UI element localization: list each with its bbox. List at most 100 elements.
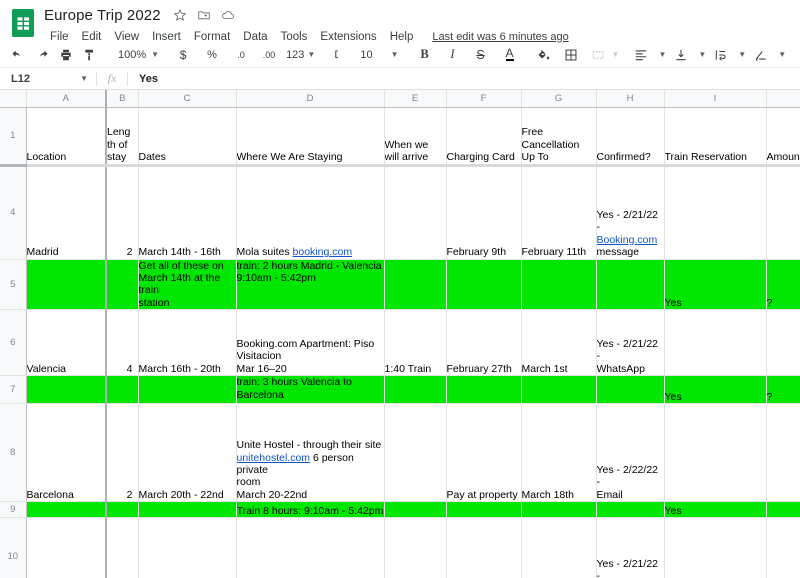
name-box[interactable]: L12 ▼ — [0, 68, 96, 89]
column-header-j[interactable]: J — [766, 90, 800, 107]
cell-e5[interactable] — [384, 259, 446, 310]
cell-f6[interactable]: February 27th — [446, 310, 521, 376]
currency-format-button[interactable]: $ — [172, 44, 194, 66]
cell-e10[interactable] — [384, 518, 446, 578]
cell-b5[interactable] — [106, 259, 138, 310]
text-rotation-icon[interactable] — [750, 44, 772, 66]
cell-e6[interactable]: 1:40 Train — [384, 310, 446, 376]
menu-file[interactable]: File — [44, 30, 76, 44]
cell-j8[interactable]: 250 — [766, 404, 800, 502]
cell-g1[interactable]: Free Cancellation Up To — [521, 107, 596, 165]
cell-g4[interactable]: February 11th — [521, 165, 596, 259]
paint-format-icon[interactable] — [79, 44, 101, 66]
cell-j9[interactable]: 170 — [766, 502, 800, 518]
cell-h6[interactable]: Yes - 2/21/22 - WhatsApp — [596, 310, 664, 376]
cell-c8[interactable]: March 20th - 22nd — [138, 404, 236, 502]
chevron-down-icon[interactable]: ▼ — [738, 50, 746, 59]
column-header-d[interactable]: D — [236, 90, 384, 107]
star-icon[interactable] — [171, 6, 189, 24]
percent-format-button[interactable]: % — [201, 44, 223, 66]
column-header-i[interactable]: I — [664, 90, 766, 107]
cell-a4[interactable]: Madrid — [26, 165, 106, 259]
row-header-9[interactable]: 9 — [0, 502, 26, 518]
italic-button[interactable]: I — [442, 44, 464, 66]
cell-i7[interactable]: Yes — [664, 376, 766, 404]
cell-a5[interactable] — [26, 259, 106, 310]
column-header-e[interactable]: E — [384, 90, 446, 107]
document-title[interactable]: Europe Trip 2022 — [44, 7, 171, 24]
cell-d5[interactable]: train: 2 hours Madrid - Valencia 9:10am … — [236, 259, 384, 310]
cell-d8[interactable]: Unite Hostel - through their siteuniteho… — [236, 404, 384, 502]
cell-c9[interactable] — [138, 502, 236, 518]
menu-extensions[interactable]: Extensions — [314, 30, 383, 44]
text-color-button[interactable]: A — [499, 44, 521, 66]
move-to-folder-icon[interactable] — [195, 6, 213, 24]
cell-d7[interactable]: train: 3 hours Valencia to Barcelona — [236, 376, 384, 404]
cell-i9[interactable]: Yes — [664, 502, 766, 518]
cell-c4[interactable]: March 14th - 16th — [138, 165, 236, 259]
cell-i1[interactable]: Train Reservation — [664, 107, 766, 165]
cell-h9[interactable] — [596, 502, 664, 518]
cell-e7[interactable] — [384, 376, 446, 404]
chevron-down-icon[interactable]: ▼ — [612, 50, 620, 59]
row-header-8[interactable]: 8 — [0, 404, 26, 502]
cell-f7[interactable] — [446, 376, 521, 404]
row-header-7[interactable]: 7 — [0, 376, 26, 404]
menu-tools[interactable]: Tools — [275, 30, 315, 44]
select-all-corner[interactable] — [0, 90, 26, 107]
cell-h7[interactable] — [596, 376, 664, 404]
cell-j1[interactable]: Amount — [766, 107, 800, 165]
cell-i4[interactable] — [664, 165, 766, 259]
cell-a10[interactable]: Nice — [26, 518, 106, 578]
last-edit-status[interactable]: Last edit was 6 minutes ago — [432, 31, 568, 43]
fill-color-icon[interactable] — [533, 44, 555, 66]
spreadsheet-grid[interactable]: A B C D E F G H I J 1 Location Leng th o… — [0, 90, 800, 578]
cell-c7[interactable] — [138, 376, 236, 404]
text-wrap-icon[interactable] — [710, 44, 732, 66]
cell-h5[interactable] — [596, 259, 664, 310]
menu-data[interactable]: Data — [237, 30, 274, 44]
cell-f9[interactable] — [446, 502, 521, 518]
cell-a8[interactable]: Barcelona — [26, 404, 106, 502]
cell-c6[interactable]: March 16th - 20th — [138, 310, 236, 376]
chevron-down-icon[interactable]: ▼ — [698, 50, 706, 59]
column-header-f[interactable]: F — [446, 90, 521, 107]
print-icon[interactable] — [55, 44, 77, 66]
cell-c10[interactable]: March 22nd - 25th — [138, 518, 236, 578]
cell-g7[interactable] — [521, 376, 596, 404]
redo-icon[interactable] — [31, 44, 53, 66]
cell-a1[interactable]: Location — [26, 107, 106, 165]
cell-f4[interactable]: February 9th — [446, 165, 521, 259]
cell-g5[interactable] — [521, 259, 596, 310]
cell-j10[interactable]: 440 — [766, 518, 800, 578]
bold-button[interactable]: B — [414, 44, 436, 66]
cell-j7[interactable]: ? — [766, 376, 800, 404]
cell-b8[interactable]: 2 — [106, 404, 138, 502]
cell-j6[interactable]: 1200 — [766, 310, 800, 376]
cell-f1[interactable]: Charging Card — [446, 107, 521, 165]
cell-b7[interactable] — [106, 376, 138, 404]
cell-f5[interactable] — [446, 259, 521, 310]
cell-i5[interactable]: Yes — [664, 259, 766, 310]
menu-edit[interactable]: Edit — [76, 30, 109, 44]
cell-e9[interactable] — [384, 502, 446, 518]
cell-f10[interactable]: March 14th — [446, 518, 521, 578]
cell-c5[interactable]: Get all of these on March 14th at the tr… — [138, 259, 236, 310]
cell-g6[interactable]: March 1st — [521, 310, 596, 376]
cell-b1[interactable]: Leng th of stay — [106, 107, 138, 165]
cell-g9[interactable] — [521, 502, 596, 518]
cell-b6[interactable]: 4 — [106, 310, 138, 376]
cell-e8[interactable] — [384, 404, 446, 502]
cell-b4[interactable]: 2 — [106, 165, 138, 259]
cell-a6[interactable]: Valencia — [26, 310, 106, 376]
cell-d10[interactable]: Maison Bianchi - Raispail — [236, 518, 384, 578]
font-size-select[interactable]: 10 ▼ — [348, 45, 402, 65]
cell-h1[interactable]: Confirmed? — [596, 107, 664, 165]
cell-d4[interactable]: Mola suites booking.com — [236, 165, 384, 259]
cloud-saved-icon[interactable] — [219, 6, 237, 24]
cell-h10[interactable]: Yes - 2/21/22 - WhatsApp — [596, 518, 664, 578]
row-header-1[interactable]: 1 — [0, 107, 26, 165]
cell-h4[interactable]: Yes - 2/21/22 -Booking.commessage — [596, 165, 664, 259]
cell-j4[interactable]: 349 — [766, 165, 800, 259]
increase-decimal-button[interactable]: .00 — [258, 44, 280, 66]
